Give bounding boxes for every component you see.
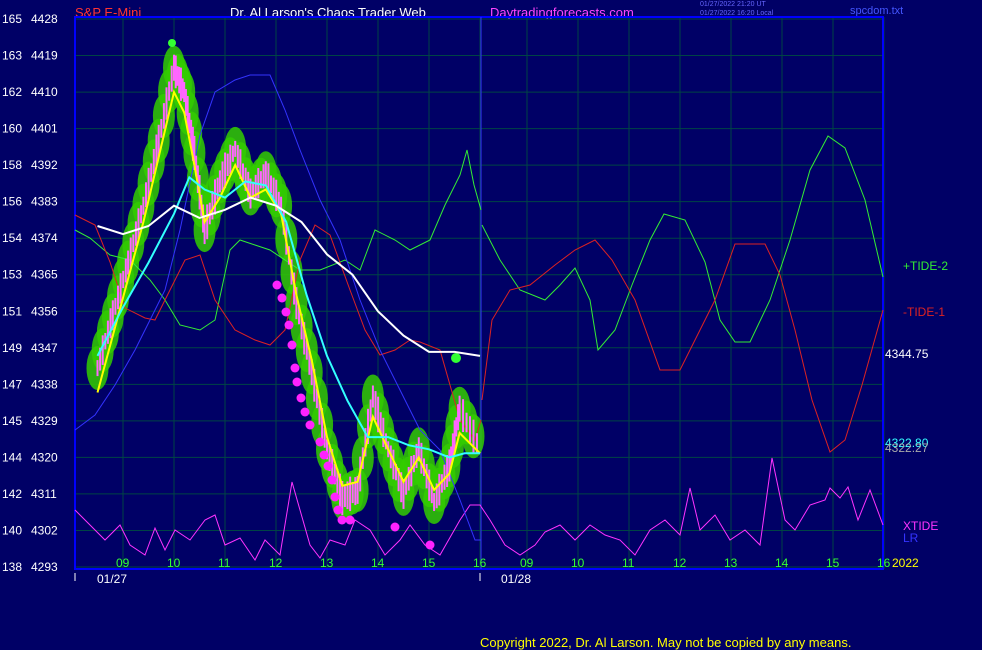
axes: 165 4428 163 4419 162 4410 160 4401 158 4392 156 43… [2,12,948,586]
x-hour-label: 16 [877,556,891,570]
signal-dot [284,320,294,330]
signal-dot [272,280,282,290]
tide-minus-1-label: -TIDE-1 [903,305,945,319]
end-marker [451,353,461,363]
y-label-price: 4383 [31,195,58,209]
y-label-outer: 151 [2,304,22,318]
x-date-label: 01/27 [97,572,127,586]
signal-dot [281,307,291,317]
signal-dot [327,475,337,485]
signal-dot [333,505,343,515]
signal-dot [305,420,315,430]
x-hour-label: 14 [775,556,789,570]
y-label-outer: 158 [2,158,22,172]
tide-plus-2-label: +TIDE-2 [903,259,948,273]
xtide-line [74,457,884,561]
tide-minus-1-line [481,239,884,453]
signal-dot [300,407,310,417]
y-label-price: 4311 [31,487,57,501]
signal-dot [277,293,287,303]
y-label-price: 4338 [31,377,58,391]
price-chart: 165 4428 163 4419 162 4410 160 4401 158 4392 156 43… [2,12,948,586]
signal-dot [315,437,325,447]
peak-marker [168,39,176,47]
y-label-outer: 162 [2,85,22,99]
y-label-outer: 144 [2,450,22,464]
x-hour-label: 14 [371,556,385,570]
y-label-outer: 142 [2,487,22,501]
y-label-outer: 140 [2,523,22,537]
y-label-outer: 154 [2,231,22,245]
y-label-price: 4302 [31,523,58,537]
x-hour-label: 11 [218,556,231,570]
tide-plus-2-line [481,135,884,352]
y-label-price: 4428 [31,12,58,26]
white-value-label: 4344.75 [885,347,929,361]
y-label-price: 4392 [31,158,58,172]
y-label-price: 4410 [31,85,58,99]
x-date-label: 01/28 [501,572,531,586]
x-hour-label: 16 [473,556,487,570]
x-hour-label: 13 [724,556,738,570]
x-hour-label: 09 [520,556,534,570]
x-year-label: 2022 [892,556,919,570]
y-label-outer: 165 [2,12,22,26]
y-label-outer: 153 [2,268,22,282]
signal-dot [290,363,300,373]
x-hour-label: 12 [673,556,687,570]
y-label-price: 4320 [31,450,58,464]
y-label-outer: 145 [2,414,22,428]
y-label-outer: 163 [2,49,22,63]
signal-dot [319,450,329,460]
y-label-price: 4401 [31,122,58,136]
y-label-outer: 156 [2,195,22,209]
x-hour-label: 15 [422,556,436,570]
y-label-outer: 138 [2,560,22,574]
y-label-price: 4374 [31,231,58,245]
y-label-price: 4419 [31,49,58,63]
y-label-price: 4347 [31,341,58,355]
y-label-price: 4356 [31,304,58,318]
y-label-outer: 147 [2,377,22,391]
signal-dot [296,393,306,403]
signal-dot [287,340,297,350]
lr-label: LR [903,531,919,545]
x-hour-label: 15 [826,556,840,570]
x-hour-label: 09 [116,556,130,570]
signal-dot [337,515,347,525]
y-label-price: 4365 [31,268,58,282]
x-hour-label: 11 [622,556,635,570]
y-label-price: 4293 [31,560,58,574]
x-hour-label: 10 [167,556,181,570]
signal-dot [330,492,340,502]
x-hour-label: 10 [571,556,585,570]
signal-dot [425,540,435,550]
signal-dot [292,377,302,387]
x-hour-label: 13 [320,556,334,570]
signal-dot [323,461,333,471]
value-b-label: 4322.27 [885,441,929,455]
y-label-price: 4329 [31,414,58,428]
y-label-outer: 160 [2,122,22,136]
signal-dot [390,522,400,532]
signal-dot [345,515,355,525]
copyright: Copyright 2022, Dr. Al Larson. May not b… [480,635,852,650]
x-hour-label: 12 [269,556,283,570]
y-label-outer: 149 [2,341,22,355]
